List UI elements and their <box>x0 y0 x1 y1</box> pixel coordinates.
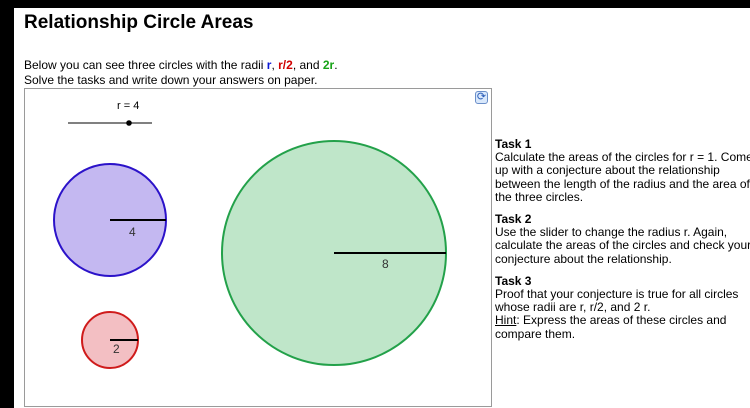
hint-label: Hint <box>495 313 517 328</box>
slider-label: r = 4 <box>117 100 139 112</box>
intro-prefix: Below you can see three circles with the… <box>24 58 267 72</box>
task-3: Task 3 Proof that your conjecture is tru… <box>495 274 750 341</box>
intro-line-1: Below you can see three circles with the… <box>24 58 338 73</box>
slider-handle[interactable] <box>126 120 132 126</box>
task-panel: Task 1 Calculate the areas of the circle… <box>495 137 750 350</box>
hint-text: : Express the areas of these circles and… <box>495 313 727 341</box>
intro-end: . <box>334 58 338 72</box>
page-title: Relationship Circle Areas <box>24 12 254 33</box>
intro-text: Below you can see three circles with the… <box>24 58 338 88</box>
radius-value-label-double: 8 <box>382 257 389 271</box>
task-2: Task 2 Use the slider to change the radi… <box>495 212 750 266</box>
worksheet-page: Relationship Circle Areas Below you can … <box>14 8 750 408</box>
task-3-text: Proof that your conjecture is true for a… <box>495 287 739 315</box>
task-2-text: Use the slider to change the radius r. A… <box>495 225 750 266</box>
geometry-applet[interactable]: r = 4 4 2 8 ⟳ <box>24 88 492 407</box>
applet-canvas[interactable]: r = 4 4 2 8 <box>25 89 492 407</box>
radius-value-label-r: 4 <box>129 225 136 239</box>
radius-value-label-half: 2 <box>113 342 120 356</box>
radius-half-label: r/2 <box>278 58 293 72</box>
task-1: Task 1 Calculate the areas of the circle… <box>495 137 750 204</box>
intro-separator: , and <box>292 58 323 72</box>
task-1-text: Calculate the areas of the circles for r… <box>495 150 750 204</box>
intro-line-2: Solve the tasks and write down your answ… <box>24 73 318 87</box>
task-3-hint: Hint: Express the areas of these circles… <box>495 313 750 341</box>
radius-double-label: 2r <box>322 58 335 72</box>
refresh-icon[interactable]: ⟳ <box>475 91 488 104</box>
